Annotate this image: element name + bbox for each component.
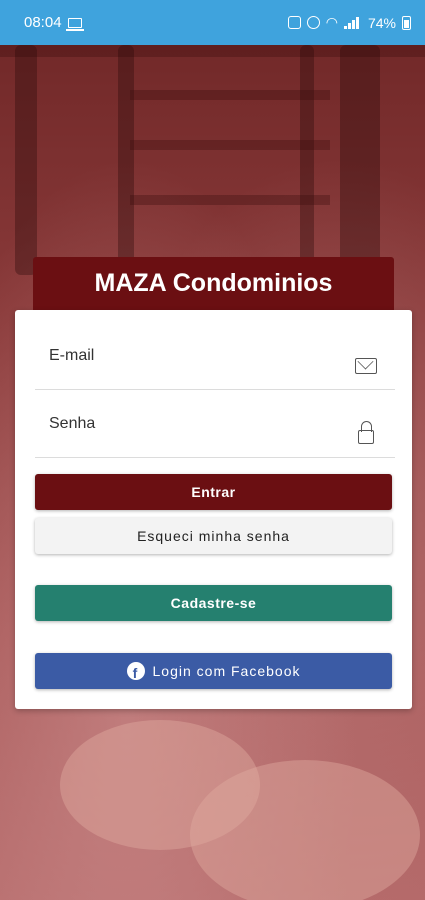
app-title: MAZA Condominios (94, 268, 333, 297)
notification-icon (287, 16, 301, 29)
email-input[interactable] (35, 322, 335, 389)
signal-icon (343, 16, 362, 29)
register-button[interactable]: Cadastre-se (35, 585, 392, 621)
status-time: 08:04 (24, 14, 62, 31)
alarm-icon (306, 16, 320, 29)
facebook-login-button[interactable]: f Login com Facebook (35, 653, 392, 689)
forgot-password-button[interactable]: Esqueci minha senha (35, 518, 392, 554)
email-field-row (35, 322, 395, 390)
facebook-login-label: Login com Facebook (152, 663, 301, 679)
battery-icon (402, 15, 411, 30)
forgot-password-label: Esqueci minha senha (137, 528, 290, 544)
wifi-icon: ◠ (325, 14, 338, 30)
password-field-row (35, 390, 395, 458)
login-button[interactable]: Entrar (35, 474, 392, 510)
password-input[interactable] (35, 390, 335, 457)
mail-icon (355, 358, 377, 374)
login-button-label: Entrar (191, 484, 236, 500)
lock-icon (358, 421, 374, 444)
login-card: Entrar Esqueci minha senha Cadastre-se f… (15, 310, 412, 709)
battery-percent: 74% (367, 14, 396, 31)
app-title-banner: MAZA Condominios (33, 257, 394, 317)
laptop-icon (65, 17, 84, 31)
status-bar: 08:04 ◠ 74% (0, 0, 425, 45)
facebook-icon: f (126, 662, 145, 680)
register-button-label: Cadastre-se (170, 595, 257, 611)
